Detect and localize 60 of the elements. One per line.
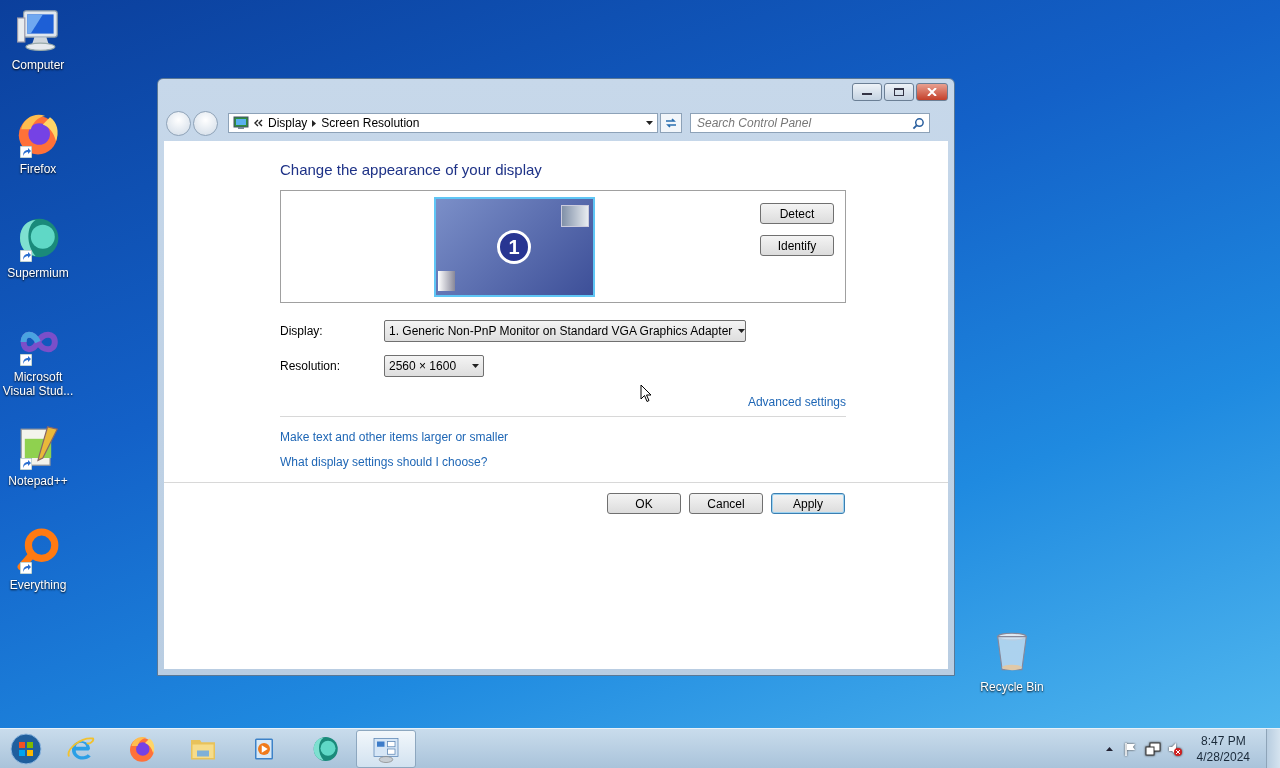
window-thumbnail-icon [561,205,589,227]
dialog-button[interactable]: Cancel [689,493,763,514]
caret-icon [646,121,653,125]
shortcut-arrow-icon [20,146,32,158]
dropdown[interactable]: 1. Generic Non-PnP Monitor on Standard VGA Graphics Adapter [384,320,746,342]
double-chevron-icon[interactable] [254,119,263,127]
shortcut-label: Firefox [18,162,58,176]
network-icon[interactable] [1144,740,1161,757]
shortcut-label: Microsoft Visual Stud... [1,370,75,398]
shortcut-label: Notepad++ [7,474,69,488]
shortcut-arrow-icon [20,458,32,470]
monitor-thumbnail[interactable]: 1 [434,197,595,297]
link[interactable]: Make text and other items larger or smaller [280,430,509,444]
link[interactable]: Advanced settings [747,395,846,409]
shortcut-label: Recycle Bin [979,680,1045,694]
show-desktop-button[interactable] [1266,728,1280,768]
desktop-shortcut[interactable]: Computer [0,6,76,110]
forward-button[interactable] [193,110,218,136]
maximize-button[interactable] [884,83,914,101]
close-button[interactable] [916,83,948,101]
maximize-icon [894,88,904,96]
desktop-shortcut[interactable]: Everything [0,526,76,630]
search-field[interactable]: Search Control Panel [690,113,930,133]
dialog-button[interactable]: OK [607,493,681,514]
field-label: Display: [280,324,324,338]
shortcut-arrow-icon [20,250,32,262]
clock[interactable]: 8:47 PM 4/28/2024 [1188,732,1260,765]
link[interactable]: What display settings should I choose? [280,455,488,469]
shortcut-arrow-icon [20,562,32,574]
refresh-button[interactable] [660,113,682,133]
search-icon [912,117,925,130]
back-button[interactable] [166,110,191,136]
breadcrumb[interactable]: Display [268,116,308,130]
address-bar[interactable]: Display Screen Resolution [228,113,658,133]
breadcrumb[interactable]: Screen Resolution [321,116,420,130]
desktop-shortcut[interactable]: Firefox [0,110,76,214]
action-button[interactable]: Identify [760,235,834,256]
action-button[interactable]: Detect [760,203,834,224]
dialog-button[interactable]: Apply [771,493,845,514]
caret-icon [738,329,746,333]
shortcut-label: Supermium [6,266,70,280]
close-icon [927,88,937,96]
field-label: Resolution: [280,359,342,373]
caret-icon [472,364,479,368]
page-heading: Change the appearance of your display [280,161,543,178]
taskbar-button[interactable] [356,729,416,768]
monitor-icon [233,115,249,131]
shortcut-label: Everything [8,578,68,592]
shortcut-arrow-icon [20,354,32,366]
desktop-shortcut[interactable]: Microsoft Visual Stud... [0,318,76,422]
dropdown[interactable]: 2560 × 1600 [384,355,484,377]
window-thumbnail-icon [438,271,455,291]
shortcut-label: Computer [10,58,66,72]
desktop-shortcut[interactable]: Supermium [0,214,76,318]
desktop-shortcut[interactable]: Notepad++ [0,422,76,526]
minimize-button[interactable] [852,83,882,101]
breadcrumb-arrow-icon[interactable] [312,119,317,127]
refresh-arrows-icon [664,116,678,130]
monitor-number: 1 [497,230,531,264]
mouse-cursor-icon [640,384,652,403]
